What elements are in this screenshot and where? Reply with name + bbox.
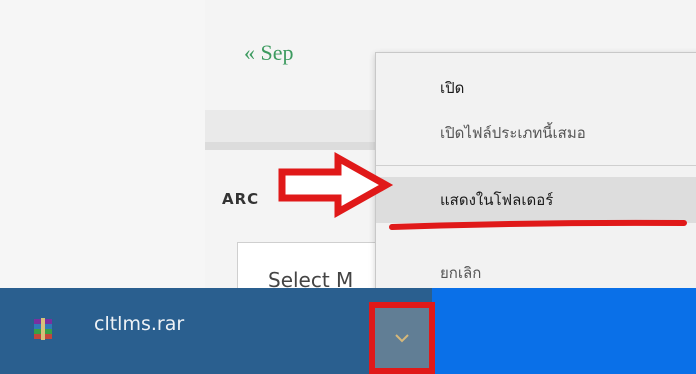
download-file-name[interactable]: cltlms.rar [94,313,184,335]
annotation-underline [389,219,687,230]
menu-item-show-in-folder[interactable]: แสดงในโฟลเดอร์ [376,177,696,223]
download-context-menu: เปิด เปิดไฟล์ประเภทนี้เสมอ แสดงในโฟลเดอร… [375,52,696,297]
winrar-archive-icon [34,318,52,340]
menu-separator [376,165,696,166]
download-options-button[interactable] [369,302,435,374]
menu-item-cancel[interactable]: ยกเลิก [376,261,696,285]
annotation-arrow-icon [278,152,394,218]
page-left-margin [0,0,205,288]
menu-item-always-open-type[interactable]: เปิดไฟล์ประเภทนี้เสมอ [376,121,696,145]
download-shelf-panel [432,288,696,374]
chevron-down-icon [395,334,409,343]
archives-widget-title: ARC [222,190,260,208]
previous-month-link[interactable]: « Sep [244,40,294,66]
menu-item-open[interactable]: เปิด [376,76,696,100]
